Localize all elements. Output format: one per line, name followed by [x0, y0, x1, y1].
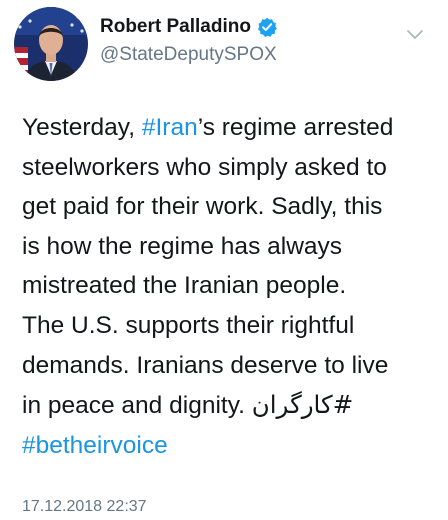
tweet-line: get paid for their work. Sadly, this: [22, 193, 383, 221]
chevron-down-icon[interactable]: [405, 28, 425, 42]
name-row: Robert Palladino: [100, 16, 277, 38]
tweet-line: Yesterday, #Iran’s regime arrested: [22, 108, 438, 148]
hashtag-iran[interactable]: #Iran: [142, 114, 198, 141]
display-name[interactable]: Robert Palladino: [100, 16, 251, 38]
avatar[interactable]: [14, 7, 88, 81]
tweet-text: Yesterday, #Iran’s regime arrested steel…: [22, 108, 438, 465]
tweet-line: is how the regime has always: [22, 232, 343, 260]
tweet-timestamp[interactable]: 17.12.2018 22:37: [22, 498, 147, 516]
avatar-image: [14, 7, 88, 81]
tweet-line: demands. Iranians deserve to live: [22, 351, 389, 379]
tweet-line: The U.S. supports their rightful: [22, 311, 355, 339]
tweet-line: mistreated the Iranian people.: [22, 272, 347, 300]
hashtag-betheirvoice[interactable]: #betheirvoice: [22, 432, 168, 459]
tweet-card: Robert Palladino @StateDeputySPOX Yester…: [0, 0, 448, 520]
tweet-line: steelworkers who simply asked to: [22, 153, 387, 181]
tweet-line: #betheirvoice: [22, 426, 438, 466]
user-handle[interactable]: @StateDeputySPOX: [100, 44, 277, 66]
tweet-line: in peace and dignity. #کارگران: [22, 385, 438, 426]
verified-badge-icon: [257, 17, 277, 37]
text-segment: Yesterday,: [22, 114, 142, 141]
text-segment: ’s regime arrested: [197, 114, 394, 141]
text-segment: in peace and dignity.: [22, 392, 252, 420]
hashtag-workers[interactable]: #کارگران: [252, 390, 353, 419]
